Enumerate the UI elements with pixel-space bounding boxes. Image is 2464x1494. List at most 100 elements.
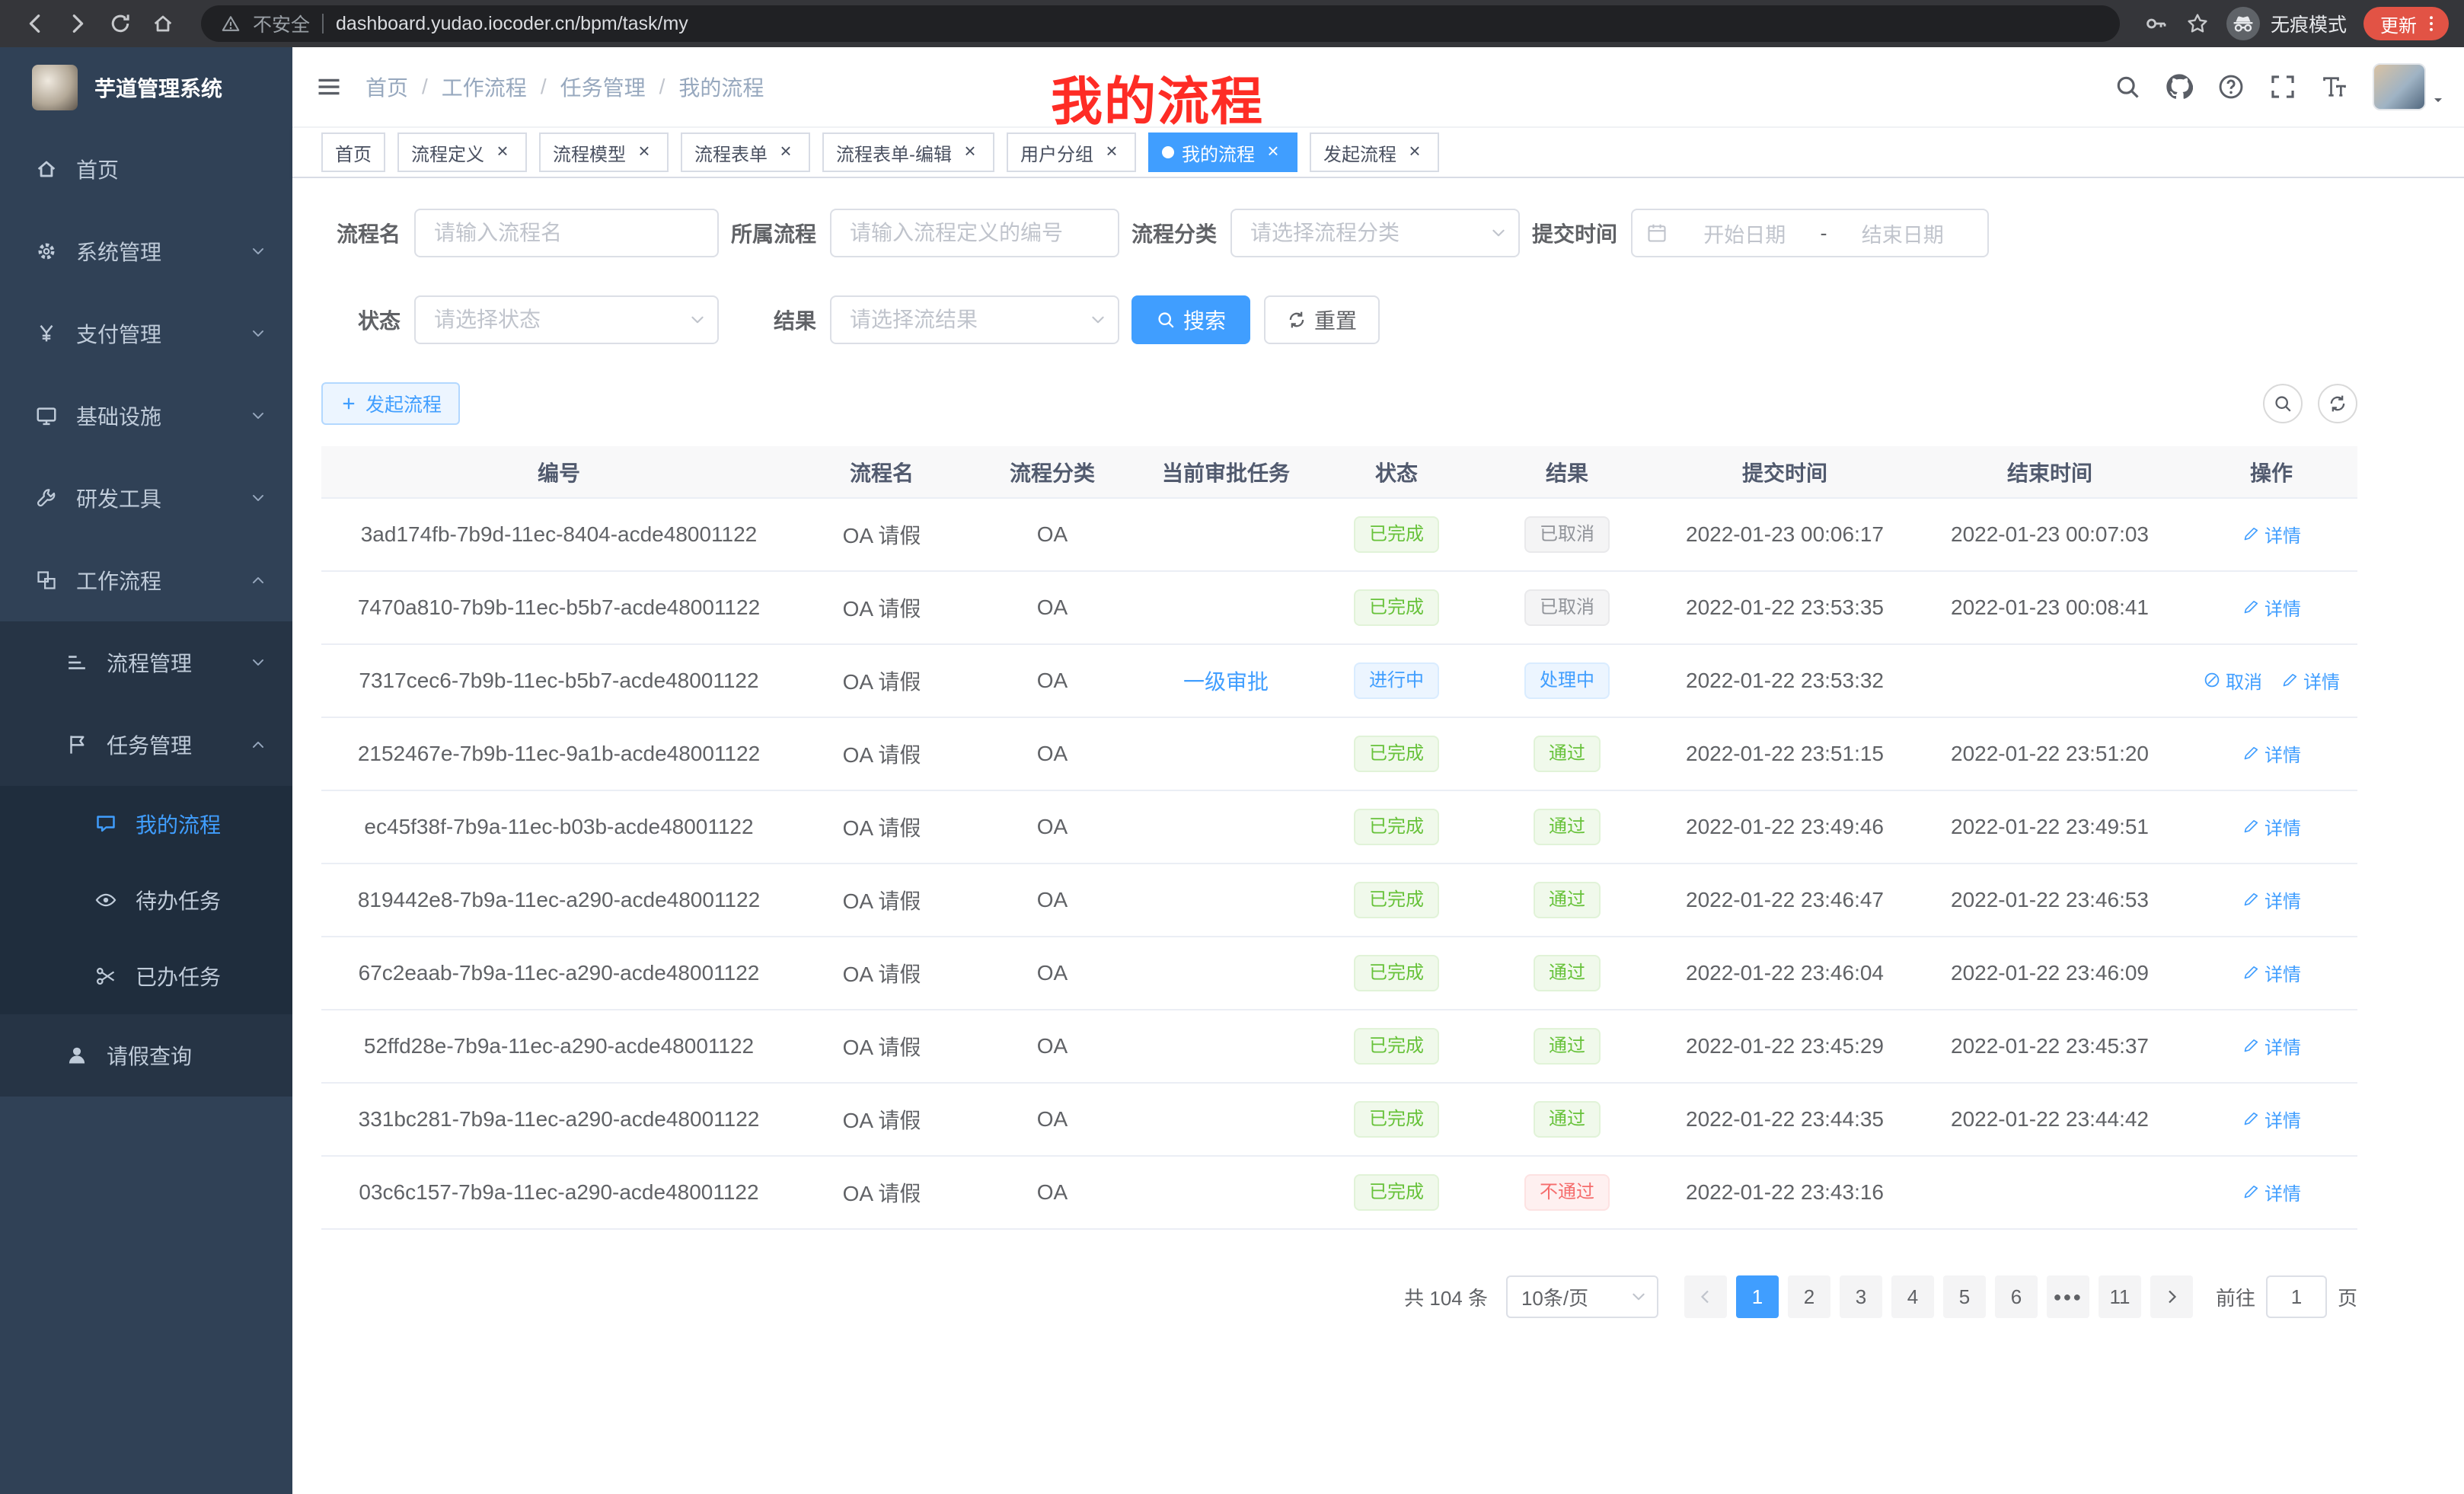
process-definition-field[interactable] (831, 210, 1118, 256)
search-button[interactable]: 搜索 (1131, 295, 1250, 344)
breadcrumb-item[interactable]: 任务管理 (560, 72, 646, 102)
sidebar-item-leave-query[interactable]: 请假查询 (0, 1014, 292, 1097)
detail-link[interactable]: 详情 (2242, 1179, 2301, 1205)
menu-label: 基础设施 (76, 401, 161, 431)
start-process-button[interactable]: 发起流程 (321, 382, 460, 425)
sidebar-item-home[interactable]: 首页 (0, 128, 292, 210)
page-button-5[interactable]: 5 (1943, 1275, 1986, 1318)
leave-icon (65, 1044, 88, 1067)
logo[interactable]: 芋道管理系统 (0, 47, 292, 128)
sidebar-item-system-mgmt[interactable]: 系统管理 (0, 210, 292, 292)
process-definition-input[interactable] (830, 209, 1119, 257)
process-mgmt-icon (65, 651, 88, 674)
submit-time-range-picker[interactable]: 开始日期 - 结束日期 (1631, 209, 1989, 257)
sidebar-item-task-mgmt[interactable]: 任务管理 (0, 704, 292, 786)
tab-process-definition[interactable]: 流程定义× (397, 132, 527, 172)
help-icon[interactable] (2217, 73, 2245, 101)
category-field[interactable] (1232, 210, 1518, 256)
browser-menu-icon[interactable] (2421, 14, 2441, 34)
prev-page-button[interactable] (1684, 1275, 1727, 1318)
browser-forward-button[interactable] (58, 4, 97, 43)
tools-icon (35, 487, 58, 509)
close-icon[interactable]: × (634, 142, 655, 163)
user-avatar-dropdown[interactable] (2373, 63, 2446, 110)
tab-start-process[interactable]: 发起流程× (1310, 132, 1439, 172)
detail-link[interactable]: 详情 (2242, 1033, 2301, 1059)
result-field[interactable] (831, 297, 1118, 343)
menu-label: 研发工具 (76, 483, 161, 513)
refresh-table-button[interactable] (2318, 384, 2357, 423)
sidebar-item-done-tasks[interactable]: 已办任务 (0, 938, 292, 1014)
tab-user-group[interactable]: 用户分组× (1007, 132, 1136, 172)
browser-home-button[interactable] (143, 4, 183, 43)
end-date-placeholder[interactable]: 结束日期 (1832, 219, 1974, 248)
sidebar-item-payment-mgmt[interactable]: 支付管理 (0, 292, 292, 375)
tab-process-form-edit[interactable]: 流程表单-编辑× (822, 132, 994, 172)
breadcrumb-item[interactable]: 工作流程 (442, 72, 527, 102)
github-icon[interactable] (2166, 73, 2193, 101)
detail-link[interactable]: 详情 (2242, 886, 2301, 913)
sidebar-item-todo-tasks[interactable]: 待办任务 (0, 862, 292, 938)
password-key-icon[interactable] (2144, 11, 2169, 36)
close-icon[interactable]: × (1404, 142, 1425, 163)
sidebar-item-my-process[interactable]: 我的流程 (0, 786, 292, 862)
start-date-placeholder[interactable]: 开始日期 (1674, 219, 1816, 248)
detail-link[interactable]: 详情 (2242, 521, 2301, 547)
close-icon[interactable]: × (492, 142, 513, 163)
page-size-select[interactable]: 10条/页 (1506, 1275, 1658, 1318)
browser-back-button[interactable] (15, 4, 55, 43)
process-name-field[interactable] (416, 210, 717, 256)
process-name-input[interactable] (414, 209, 719, 257)
breadcrumb-item[interactable]: 首页 (365, 72, 408, 102)
current-task-link[interactable]: 一级审批 (1183, 670, 1269, 694)
result-select[interactable] (830, 295, 1119, 344)
edit-icon (2242, 1109, 2260, 1128)
search-icon[interactable] (2114, 73, 2141, 101)
sidebar-menu: 首页系统管理支付管理基础设施研发工具工作流程流程管理任务管理我的流程待办任务已办… (0, 128, 292, 1097)
close-icon[interactable]: × (775, 142, 796, 163)
detail-link[interactable]: 详情 (2242, 740, 2301, 767)
toggle-search-button[interactable] (2263, 384, 2303, 423)
todo-icon (94, 889, 117, 911)
tab-home[interactable]: 首页 (321, 132, 385, 172)
page-button-3[interactable]: 3 (1840, 1275, 1882, 1318)
sidebar-toggle-button[interactable] (292, 73, 365, 101)
detail-link[interactable]: 详情 (2280, 667, 2340, 694)
close-icon[interactable]: × (959, 142, 981, 163)
more-pages-button[interactable]: ●●● (2047, 1275, 2089, 1318)
detail-link[interactable]: 详情 (2242, 1106, 2301, 1132)
page-button-6[interactable]: 6 (1995, 1275, 2038, 1318)
page-button-1[interactable]: 1 (1736, 1275, 1779, 1318)
page-button-4[interactable]: 4 (1891, 1275, 1934, 1318)
category-select[interactable] (1230, 209, 1520, 257)
address-bar[interactable]: 不安全 dashboard.yudao.iocoder.cn/bpm/task/… (201, 5, 2120, 42)
page-button-2[interactable]: 2 (1788, 1275, 1830, 1318)
detail-link[interactable]: 详情 (2242, 959, 2301, 986)
detail-link[interactable]: 详情 (2242, 813, 2301, 840)
sidebar-item-process-mgmt[interactable]: 流程管理 (0, 621, 292, 704)
detail-link[interactable]: 详情 (2242, 594, 2301, 621)
fullscreen-icon[interactable] (2269, 73, 2296, 101)
browser-reload-button[interactable] (101, 4, 140, 43)
tab-process-form[interactable]: 流程表单× (681, 132, 810, 172)
cancel-icon (2203, 671, 2221, 689)
tab-my-process[interactable]: 我的流程× (1148, 132, 1297, 172)
status-field[interactable] (416, 297, 717, 343)
sidebar-item-dev-tools[interactable]: 研发工具 (0, 457, 292, 539)
bookmark-star-icon[interactable] (2185, 11, 2210, 36)
reset-button[interactable]: 重置 (1264, 295, 1380, 344)
font-size-icon[interactable] (2321, 73, 2348, 101)
breadcrumb-item[interactable]: 我的流程 (678, 72, 764, 102)
goto-page-input[interactable] (2266, 1275, 2327, 1318)
sidebar-item-infrastructure[interactable]: 基础设施 (0, 375, 292, 457)
page-button-11[interactable]: 11 (2099, 1275, 2141, 1318)
close-icon[interactable]: × (1101, 142, 1122, 163)
cell-status: 已完成 (1314, 1010, 1479, 1083)
cancel-link[interactable]: 取消 (2203, 667, 2262, 694)
status-select[interactable] (414, 295, 719, 344)
next-page-button[interactable] (2150, 1275, 2193, 1318)
close-icon[interactable]: × (1262, 142, 1284, 163)
tab-process-model[interactable]: 流程模型× (539, 132, 669, 172)
sidebar-item-workflow[interactable]: 工作流程 (0, 539, 292, 621)
browser-update-button[interactable]: 更新 (2363, 7, 2449, 40)
